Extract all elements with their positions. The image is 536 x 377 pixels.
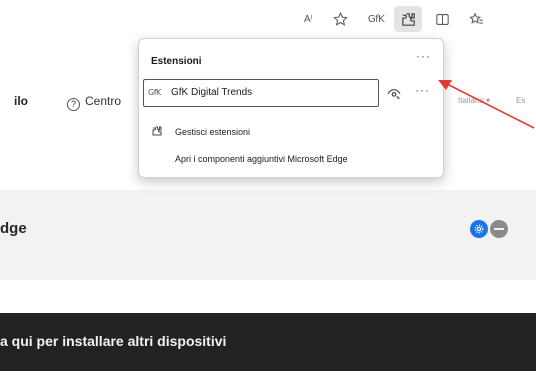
manage-extensions-label: Gestisci estensioni bbox=[175, 127, 251, 137]
favorites-button[interactable] bbox=[462, 6, 490, 32]
open-edge-addons-label: Apri i componenti aggiuntivi Microsoft E… bbox=[175, 154, 348, 164]
extensions-popup: Estensioni ··· GfK GfK Digital Trends ··… bbox=[138, 38, 444, 178]
favorite-button[interactable] bbox=[326, 6, 354, 32]
settings-gear-button[interactable] bbox=[470, 220, 488, 238]
browser-toolbar: A⁾ GfK bbox=[0, 0, 536, 36]
popup-more-button[interactable]: ··· bbox=[416, 49, 431, 63]
manage-extensions-item[interactable]: Gestisci estensioni bbox=[151, 125, 250, 137]
gfk-icon: GfK bbox=[367, 13, 385, 25]
gfk-extension-icon: GfK bbox=[148, 88, 161, 97]
help-icon: ? bbox=[67, 97, 80, 111]
language-select[interactable]: Italiano ▾ bbox=[458, 96, 490, 105]
extensions-button[interactable] bbox=[394, 6, 422, 32]
browser-section: dge bbox=[0, 190, 536, 280]
banner-text: a qui per installare altri dispositivi bbox=[0, 333, 227, 349]
extension-more-button[interactable]: ··· bbox=[415, 83, 430, 97]
minus-icon bbox=[494, 228, 504, 230]
language-extra: Es bbox=[516, 96, 526, 105]
read-aloud-icon: A⁾ bbox=[303, 13, 313, 25]
split-screen-icon bbox=[435, 13, 449, 25]
language-label: Italiano bbox=[458, 96, 484, 105]
visibility-icon[interactable] bbox=[386, 85, 402, 101]
extensions-icon bbox=[151, 125, 165, 137]
help-center-link[interactable]: ? Centro bbox=[67, 94, 121, 111]
remove-button[interactable] bbox=[490, 220, 508, 238]
nav-item[interactable]: ilo bbox=[14, 94, 28, 108]
favorites-icon bbox=[468, 12, 483, 24]
open-edge-addons-item[interactable]: Apri i componenti aggiuntivi Microsoft E… bbox=[175, 154, 348, 164]
star-icon bbox=[332, 11, 348, 26]
section-title: dge bbox=[0, 220, 27, 237]
extensions-icon bbox=[401, 12, 415, 26]
help-center-label: Centro bbox=[85, 94, 122, 108]
extension-item-gfk[interactable]: GfK GfK Digital Trends bbox=[143, 79, 379, 107]
gfk-extension-button[interactable]: GfK bbox=[362, 6, 390, 32]
extension-name: GfK Digital Trends bbox=[171, 87, 253, 98]
split-screen-button[interactable] bbox=[428, 6, 456, 32]
install-banner[interactable]: a qui per installare altri dispositivi bbox=[0, 313, 536, 371]
read-aloud-button[interactable]: A⁾ bbox=[294, 6, 322, 32]
popup-title: Estensioni bbox=[151, 56, 202, 67]
gear-icon bbox=[474, 224, 484, 234]
